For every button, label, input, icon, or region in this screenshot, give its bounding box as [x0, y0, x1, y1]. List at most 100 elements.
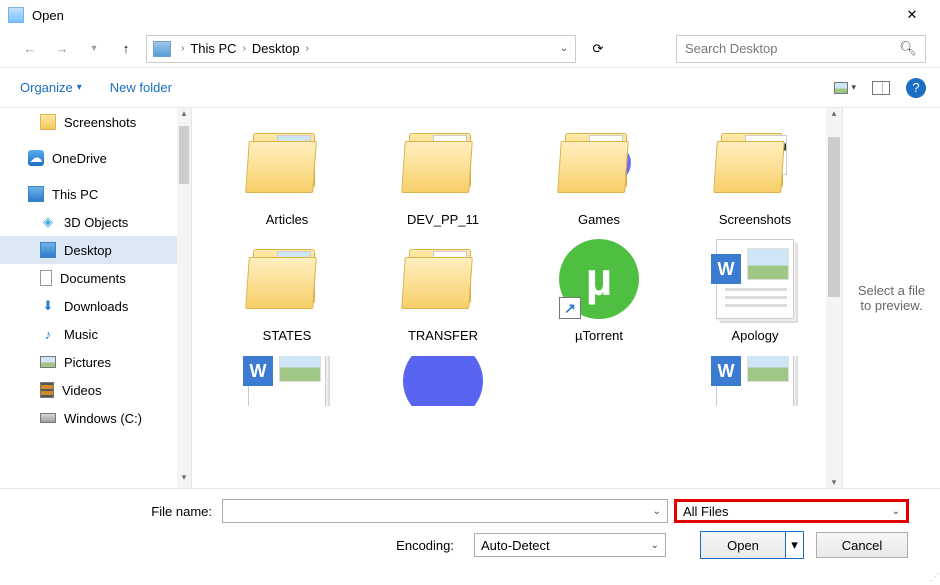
item-row3-1[interactable] [368, 356, 518, 406]
tree-label: 3D Objects [64, 215, 128, 230]
item-utorrent[interactable]: µ↗ µTorrent [524, 234, 674, 346]
search-input[interactable]: Search Desktop 🔍︎ [676, 35, 926, 63]
cancel-button[interactable]: Cancel [816, 532, 908, 558]
preview-pane-toggle[interactable] [870, 78, 892, 98]
utorrent-icon: µ↗ [559, 239, 639, 319]
desktop-icon [40, 242, 56, 258]
folder-icon [247, 129, 327, 197]
organize-label: Organize [20, 80, 73, 95]
new-folder-button[interactable]: New folder [110, 80, 172, 95]
chevron-right-icon[interactable]: › [302, 43, 313, 54]
forward-button[interactable]: → [50, 37, 74, 61]
preview-pane-icon [872, 81, 890, 95]
item-label: Apology [732, 328, 779, 346]
search-icon: 🔍︎ [899, 40, 917, 57]
chevron-down-icon: ▾ [851, 82, 856, 93]
item-transfer[interactable]: TRANSFER [368, 234, 518, 346]
tree-label: Windows (C:) [64, 411, 142, 426]
item-states[interactable]: STATES [212, 234, 362, 346]
back-button[interactable]: ← [18, 37, 42, 61]
address-dropdown[interactable]: ⌄ [553, 43, 575, 54]
folder-icon [40, 114, 56, 130]
cloud-icon: ☁ [28, 150, 44, 166]
chevron-down-icon[interactable]: ⌄ [892, 506, 900, 517]
item-articles[interactable]: Articles [212, 118, 362, 230]
up-button[interactable]: ↑ [114, 37, 138, 61]
crumb-this-pc[interactable]: This PC [188, 41, 238, 56]
pc-icon [28, 186, 44, 202]
chevron-down-icon[interactable]: ⌄ [653, 506, 661, 517]
new-folder-label: New folder [110, 80, 172, 95]
chevron-right-icon[interactable]: › [239, 43, 250, 54]
filename-label: File name: [14, 504, 222, 519]
help-button[interactable]: ? [906, 78, 926, 98]
refresh-icon: ⟳ [593, 41, 604, 57]
help-icon: ? [912, 80, 919, 95]
download-icon: ⬇ [40, 298, 56, 314]
tree-windows-c[interactable]: Windows (C:) [0, 404, 191, 432]
scroll-down-icon[interactable]: ▾ [832, 477, 837, 488]
chevron-down-icon[interactable]: ⌄ [651, 540, 659, 551]
scroll-thumb[interactable] [828, 137, 840, 297]
tree-downloads[interactable]: ⬇Downloads [0, 292, 191, 320]
shortcut-arrow-icon: ↗ [559, 297, 581, 319]
tree-documents[interactable]: Documents [0, 264, 191, 292]
tree-label: Screenshots [64, 115, 136, 130]
encoding-value: Auto-Detect [481, 538, 550, 553]
videos-icon [40, 382, 54, 398]
filter-value: All Files [683, 504, 729, 519]
window-title: Open [32, 8, 64, 23]
tree-videos[interactable]: Videos [0, 376, 191, 404]
file-list[interactable]: Articles DEV_PP_11 Games Screenshots STA… [192, 108, 842, 488]
open-button[interactable]: Open [701, 532, 785, 558]
organize-menu[interactable]: Organize ▾ [20, 80, 82, 95]
tree-desktop[interactable]: Desktop [0, 236, 191, 264]
file-scrollbar[interactable]: ▴ ▾ [826, 108, 842, 488]
picture-icon [834, 82, 848, 94]
item-dev-pp-11[interactable]: DEV_PP_11 [368, 118, 518, 230]
address-bar[interactable]: › This PC › Desktop › ⌄ [146, 35, 576, 63]
item-row3-3[interactable]: W [680, 356, 830, 406]
item-label: Games [578, 212, 620, 230]
chevron-down-icon: ▾ [791, 537, 798, 553]
encoding-select[interactable]: Auto-Detect ⌄ [474, 533, 666, 557]
tree-3d-objects[interactable]: ◈ 3D Objects [0, 208, 191, 236]
3d-objects-icon: ◈ [40, 214, 56, 230]
tree-screenshots[interactable]: Screenshots [0, 108, 191, 136]
item-apology[interactable]: W Apology [680, 234, 830, 346]
recent-dropdown[interactable]: ▾ [82, 37, 106, 61]
arrow-right-icon: → [56, 41, 69, 56]
tree-label: Music [64, 327, 98, 342]
open-split-button[interactable]: ▾ [785, 532, 803, 558]
scroll-down-icon[interactable]: ▾ [182, 472, 187, 488]
scroll-up-icon[interactable]: ▴ [182, 108, 187, 124]
filename-input[interactable]: ⌄ [222, 499, 668, 523]
tree-onedrive[interactable]: ☁OneDrive [0, 144, 191, 172]
word-doc-icon: W [716, 239, 794, 319]
footer-bar: File name: ⌄ All Files ⌄ Encoding: Auto-… [0, 488, 940, 573]
close-icon: ✕ [907, 7, 918, 23]
tree-label: This PC [52, 187, 98, 202]
resize-grip-icon[interactable]: ⋰ [930, 572, 938, 583]
tree-scrollbar[interactable]: ▴ ▾ [177, 108, 191, 488]
close-button[interactable]: ✕ [892, 3, 932, 27]
view-menu[interactable]: ▾ [834, 78, 856, 98]
scroll-up-icon[interactable]: ▴ [832, 108, 837, 119]
cancel-label: Cancel [842, 538, 882, 553]
nav-tree[interactable]: Screenshots ☁OneDrive This PC ◈ 3D Object… [0, 108, 192, 488]
item-row3-2[interactable] [524, 356, 674, 406]
tree-music[interactable]: ♪Music [0, 320, 191, 348]
item-row3-0[interactable]: W [212, 356, 362, 406]
item-screenshots[interactable]: Screenshots [680, 118, 830, 230]
crumb-desktop[interactable]: Desktop [250, 41, 302, 56]
open-button-group: Open ▾ [700, 531, 804, 559]
file-type-filter[interactable]: All Files ⌄ [674, 499, 909, 523]
refresh-button[interactable]: ⟳ [584, 35, 612, 63]
pc-icon [153, 41, 171, 57]
scroll-thumb[interactable] [179, 126, 189, 184]
tree-pictures[interactable]: Pictures [0, 348, 191, 376]
pictures-icon [40, 356, 56, 368]
tree-this-pc[interactable]: This PC [0, 180, 191, 208]
item-games[interactable]: Games [524, 118, 674, 230]
chevron-right-icon[interactable]: › [177, 43, 188, 54]
